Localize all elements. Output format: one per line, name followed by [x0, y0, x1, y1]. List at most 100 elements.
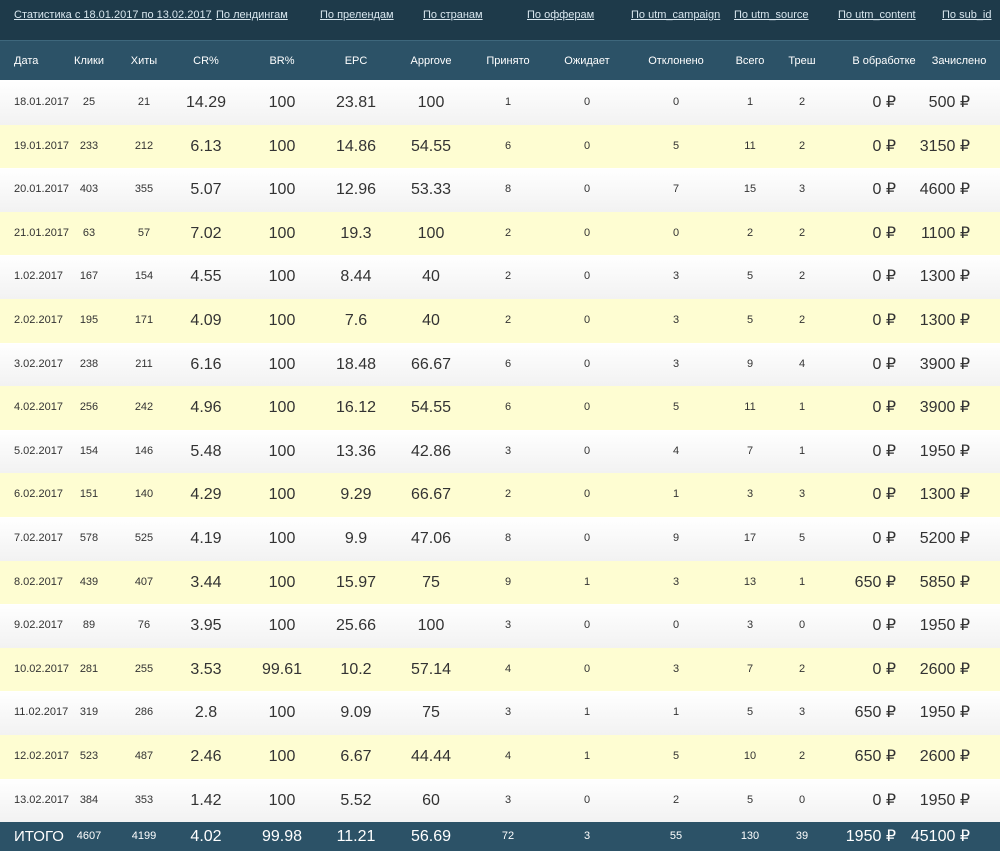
column-header-epc[interactable]: EPC	[325, 41, 387, 81]
total-rejected: 55	[669, 830, 683, 842]
column-header-rejected[interactable]: Отклонено	[645, 41, 707, 81]
cell-trash: 4	[798, 357, 806, 370]
cell-trash: 1	[798, 401, 806, 414]
column-header-date[interactable]: Дата	[14, 41, 54, 81]
table-row: 6.02.2017 151 140 4.29 100 9.29 66.67 2 0 1 3 3 0 ₽ 1…	[0, 473, 1000, 517]
table-row: 11.02.2017 319 286 2.8 100 9.09 75 3 1 1 5 3 650 ₽ 19…	[0, 691, 1000, 735]
cell-pending: 0	[583, 488, 591, 501]
cell-date: 10.02.2017	[14, 662, 70, 675]
cell-rejected: 3	[672, 575, 680, 588]
cell-pending: 0	[583, 270, 591, 283]
total-br: 99.98	[261, 828, 303, 845]
column-header-accepted[interactable]: Принято	[484, 41, 532, 81]
cell-trash: 2	[798, 749, 806, 762]
column-header-br[interactable]: BR%	[252, 41, 312, 81]
cell-br: 100	[268, 137, 296, 155]
cell-hits: 355	[134, 183, 154, 196]
cell-total: 1	[746, 96, 754, 108]
cell-cr: 4.09	[190, 311, 222, 329]
cell-epc: 19.3	[340, 224, 372, 242]
cell-br: 100	[268, 224, 296, 242]
cell-date: 13.02.2017	[14, 793, 70, 806]
total-cr: 4.02	[190, 828, 222, 845]
cell-processing: 0 ₽	[872, 617, 896, 635]
cell-clicks: 167	[79, 270, 99, 283]
cell-trash: 5	[798, 531, 806, 544]
cell-rejected: 0	[672, 96, 680, 108]
column-header-total[interactable]: Всего	[732, 41, 768, 81]
column-header-pending[interactable]: Ожидает	[562, 41, 612, 81]
cell-date: 9.02.2017	[14, 619, 63, 632]
nav-period-link[interactable]: Статистика с 18.01.2017 по 13.02.2017	[14, 9, 212, 21]
column-header-credited[interactable]: Зачислено	[928, 41, 990, 81]
column-header-approve[interactable]: Approve	[398, 41, 464, 81]
cell-clicks: 384	[79, 793, 99, 806]
top-navigation: Статистика с 18.01.2017 по 13.02.2017 По…	[0, 0, 1000, 40]
cell-rejected: 4	[672, 444, 680, 457]
nav-link-prelandings[interactable]: По прелендам	[320, 9, 394, 21]
cell-epc: 25.66	[335, 617, 377, 635]
cell-hits: 255	[134, 662, 154, 675]
cell-total: 11	[744, 139, 756, 152]
cell-rejected: 0	[672, 619, 680, 632]
nav-link-offers[interactable]: По офферам	[527, 9, 594, 21]
total-trash: 39	[795, 830, 809, 842]
cell-cr: 6.16	[190, 355, 222, 373]
total-total: 130	[740, 830, 760, 842]
cell-trash: 2	[798, 270, 806, 283]
cell-approve: 47.06	[410, 529, 452, 547]
cell-cr: 2.46	[190, 747, 222, 765]
cell-total: 11	[744, 401, 756, 414]
cell-epc: 9.09	[340, 704, 372, 722]
cell-processing: 0 ₽	[872, 137, 896, 155]
cell-total: 17	[743, 531, 757, 544]
cell-clicks: 403	[79, 183, 99, 196]
cell-br: 100	[268, 94, 296, 111]
nav-link-countries[interactable]: По странам	[423, 9, 483, 21]
nav-link-utm-source[interactable]: По utm_source	[734, 9, 809, 21]
cell-credited: 4600 ₽	[919, 181, 970, 199]
column-header-hits[interactable]: Хиты	[126, 41, 162, 81]
cell-rejected: 5	[672, 749, 680, 762]
cell-processing: 0 ₽	[872, 355, 896, 373]
nav-link-utm-content[interactable]: По utm_content	[838, 9, 916, 21]
column-header-processing[interactable]: В обработке	[848, 41, 920, 81]
cell-br: 100	[268, 268, 296, 286]
cell-clicks: 523	[79, 749, 99, 762]
cell-clicks: 25	[82, 96, 96, 108]
cell-approve: 100	[417, 94, 445, 111]
cell-rejected: 3	[672, 270, 680, 283]
cell-date: 21.01.2017	[14, 226, 70, 239]
cell-hits: 171	[134, 313, 154, 326]
cell-accepted: 6	[504, 401, 512, 414]
cell-trash: 0	[798, 793, 806, 806]
cell-trash: 2	[798, 226, 806, 239]
cell-processing: 0 ₽	[872, 94, 896, 111]
nav-link-utm-campaign[interactable]: По utm_campaign	[631, 9, 720, 21]
cell-credited: 1950 ₽	[919, 617, 970, 635]
cell-total: 5	[746, 706, 754, 719]
cell-approve: 100	[417, 617, 445, 635]
cell-total: 2	[746, 226, 754, 239]
nav-link-sub-id[interactable]: По sub_id	[942, 9, 992, 21]
column-header-clicks[interactable]: Клики	[74, 41, 104, 81]
cell-accepted: 2	[504, 488, 512, 501]
column-header-cr[interactable]: CR%	[176, 41, 236, 81]
column-header-trash[interactable]: Треш	[784, 41, 820, 81]
cell-accepted: 2	[504, 313, 512, 326]
cell-pending: 0	[583, 531, 591, 544]
cell-accepted: 3	[504, 706, 512, 719]
cell-accepted: 2	[504, 270, 512, 283]
cell-epc: 10.2	[340, 660, 372, 678]
cell-processing: 0 ₽	[872, 268, 896, 286]
cell-credited: 500 ₽	[928, 94, 970, 111]
cell-clicks: 319	[79, 706, 99, 719]
cell-accepted: 6	[504, 357, 512, 370]
cell-processing: 0 ₽	[872, 181, 896, 199]
cell-pending: 0	[583, 183, 591, 196]
nav-link-landings[interactable]: По лендингам	[216, 9, 288, 21]
cell-processing: 0 ₽	[872, 486, 896, 504]
cell-rejected: 2	[672, 793, 680, 806]
cell-br: 100	[268, 704, 296, 722]
cell-pending: 0	[583, 662, 591, 675]
